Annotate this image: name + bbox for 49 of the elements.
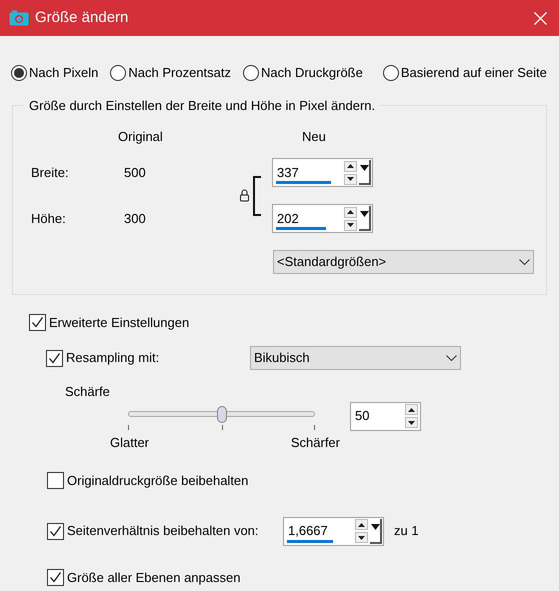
dropdown-arrow-icon[interactable] [359, 206, 371, 231]
close-icon[interactable] [534, 12, 547, 24]
chevron-down-icon [446, 355, 457, 361]
min-label: Glatter [110, 434, 150, 452]
spin-field[interactable]: 50 [350, 402, 421, 430]
ratio-suffix: zu 1 [394, 522, 419, 540]
spin-field[interactable]: 337 [272, 158, 373, 187]
row-label: Höhe: [31, 210, 67, 228]
column-header: Neu [302, 128, 326, 146]
checkbox-label[interactable]: Größe aller Ebenen anpassen [67, 568, 240, 587]
chevron-down-icon [519, 259, 530, 265]
dropdown-arrow-icon[interactable] [370, 518, 382, 544]
radio-button[interactable] [11, 64, 27, 81]
checkbox-label[interactable]: Erweiterte Einstellungen [49, 312, 190, 332]
radio-label[interactable]: Nach Pixeln [29, 63, 98, 82]
checkbox-label[interactable]: Seitenverhältnis beibehalten von: [67, 521, 259, 541]
checkbox[interactable] [47, 568, 64, 586]
original-value: 500 [124, 164, 147, 182]
radio-button[interactable] [110, 64, 126, 81]
dropdown-arrow-icon[interactable] [359, 160, 371, 185]
radio-button[interactable] [242, 64, 259, 81]
slider-thumb[interactable] [216, 406, 226, 422]
dropdown[interactable]: <Standardgrößen> [273, 250, 534, 274]
dropdown[interactable]: Bikubisch [250, 346, 461, 370]
max-label: Schärfer [290, 434, 340, 452]
checkmark-icon [31, 316, 44, 329]
spin-field[interactable]: 1,6667 [283, 516, 384, 546]
checkbox-label[interactable]: Originaldruckgröße beibehalten [67, 471, 248, 490]
window-title: Größe ändern [35, 8, 130, 28]
spin-field[interactable]: 202 [272, 204, 373, 233]
row-label: Breite: [31, 164, 70, 182]
lock-icon[interactable] [239, 189, 250, 202]
radio-label[interactable]: Nach Prozentsatz [128, 63, 231, 82]
slider-label: Schärfe [65, 383, 111, 401]
checkbox[interactable] [46, 350, 63, 366]
column-header: Original [118, 128, 164, 146]
checkbox[interactable] [29, 314, 46, 331]
checkmark-icon [49, 524, 62, 538]
checkbox-label[interactable]: Resampling mit: [66, 348, 160, 368]
radio-label[interactable]: Nach Druckgröße [260, 63, 363, 82]
checkmark-icon [48, 352, 61, 364]
radio-button[interactable] [382, 64, 399, 81]
camera-icon [9, 10, 29, 26]
checkbox[interactable] [47, 522, 64, 540]
radio-label[interactable]: Basierend auf einer Seite [400, 63, 547, 82]
link-bracket [252, 176, 262, 216]
original-value: 300 [124, 210, 147, 228]
checkmark-icon [49, 570, 62, 584]
checkbox[interactable] [47, 472, 64, 490]
